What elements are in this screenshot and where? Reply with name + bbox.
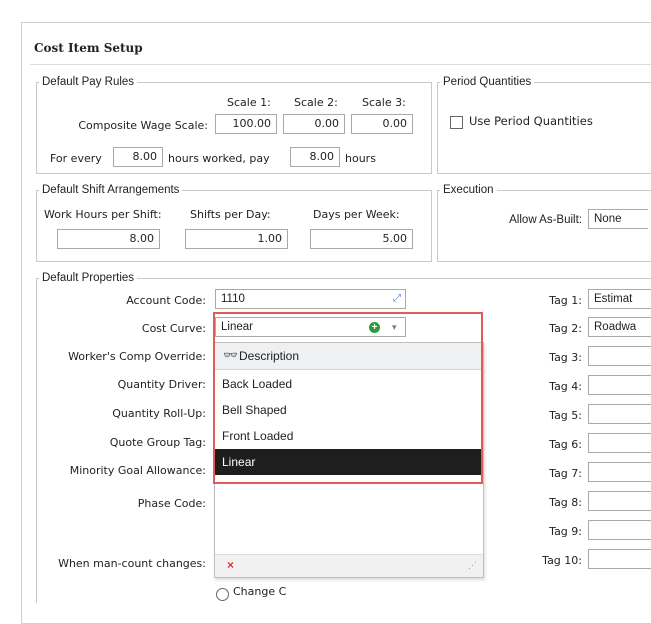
phase-code-label: Phase Code: <box>137 497 206 510</box>
scale2-label: Scale 2: <box>294 96 338 109</box>
man-count-radio-label: Change C <box>233 585 287 598</box>
expand-icon[interactable]: ⤢ <box>393 290 401 308</box>
execution-legend: Execution <box>443 184 494 196</box>
binoculars-icon: 👓 <box>223 348 238 362</box>
for-every-label: For every <box>50 152 102 165</box>
add-icon[interactable]: + <box>369 322 380 333</box>
shift-arrangements-group: Default Shift Arrangements <box>36 184 432 262</box>
shift-arrangements-legend: Default Shift Arrangements <box>42 184 180 196</box>
tag-input[interactable] <box>588 433 651 453</box>
clear-icon[interactable]: × <box>227 558 234 572</box>
account-code-label: Account Code: <box>126 294 206 307</box>
tag-input[interactable] <box>588 375 651 395</box>
shifts-per-day-label: Shifts per Day: <box>190 208 271 221</box>
dropdown-header[interactable]: 👓 Description <box>215 343 483 370</box>
tag-label: Tag 9: <box>549 525 582 538</box>
tag-input[interactable] <box>588 404 651 424</box>
account-code-input[interactable]: 1110 ⤢ <box>215 289 406 309</box>
tag-label: Tag 3: <box>549 351 582 364</box>
man-count-radio[interactable] <box>216 588 229 601</box>
scale3-input[interactable]: 0.00 <box>351 114 413 134</box>
dropdown-option-selected[interactable]: Linear <box>215 449 481 475</box>
days-per-week-label: Days per Week: <box>313 208 400 221</box>
tag-label: Tag 10: <box>542 554 582 567</box>
tag-label: Tag 2: <box>549 322 582 335</box>
tag-input[interactable] <box>588 549 651 569</box>
title-divider <box>30 64 651 65</box>
cost-curve-dropdown: 👓 Description Back Loaded Bell Shaped Fr… <box>214 342 484 578</box>
quote-group-tag-label: Quote Group Tag: <box>109 436 206 449</box>
shifts-per-day-input[interactable]: 1.00 <box>185 229 288 249</box>
dropdown-footer: × ⋰ <box>215 554 483 577</box>
work-hours-label: Work Hours per Shift: <box>44 208 162 221</box>
scale2-input[interactable]: 0.00 <box>283 114 345 134</box>
allow-as-built-select[interactable]: None <box>588 209 648 229</box>
dropdown-option[interactable]: Bell Shaped <box>215 397 481 423</box>
resize-grip-icon[interactable]: ⋰ <box>468 560 477 571</box>
chevron-down-icon[interactable]: ▾ <box>392 318 397 336</box>
pay-rules-legend: Default Pay Rules <box>42 76 135 88</box>
tag-label: Tag 1: <box>549 294 582 307</box>
man-count-label: When man-count changes: <box>58 557 206 570</box>
dropdown-option[interactable]: Back Loaded <box>215 371 481 397</box>
tag-input[interactable] <box>588 462 651 482</box>
scale1-input[interactable]: 100.00 <box>215 114 277 134</box>
tag-input[interactable] <box>588 520 651 540</box>
tag-input[interactable] <box>588 491 651 511</box>
period-quantities-legend: Period Quantities <box>443 76 532 88</box>
cost-curve-label: Cost Curve: <box>141 322 206 335</box>
account-code-value: 1110 <box>221 293 245 305</box>
work-hours-input[interactable]: 8.00 <box>57 229 160 249</box>
quantity-driver-label: Quantity Driver: <box>117 378 206 391</box>
tag-label: Tag 6: <box>549 438 582 451</box>
tag-input[interactable]: Roadwa <box>588 317 651 337</box>
tag-label: Tag 5: <box>549 409 582 422</box>
tag-label: Tag 4: <box>549 380 582 393</box>
dropdown-header-label: Description <box>239 349 300 363</box>
quantity-rollup-label: Quantity Roll-Up: <box>112 407 206 420</box>
use-period-quantities-label: Use Period Quantities <box>469 114 593 128</box>
allow-as-built-label: Allow As-Built: <box>509 214 582 226</box>
tag-label: Tag 8: <box>549 496 582 509</box>
dialog-title: Cost Item Setup <box>34 41 143 55</box>
hours-worked-pay-label: hours worked, pay <box>168 152 270 165</box>
scale1-label: Scale 1: <box>227 96 271 109</box>
default-properties-legend: Default Properties <box>42 272 135 284</box>
days-per-week-input[interactable]: 5.00 <box>310 229 413 249</box>
composite-wage-label: Composite Wage Scale: <box>78 119 208 132</box>
tag-input[interactable]: Estimat <box>588 289 651 309</box>
cost-curve-value: Linear <box>221 321 253 333</box>
use-period-quantities-checkbox[interactable] <box>450 116 463 129</box>
dropdown-option[interactable]: Front Loaded <box>215 423 481 449</box>
hours-worked-input[interactable]: 8.00 <box>113 147 163 167</box>
pay-hours-input[interactable]: 8.00 <box>290 147 340 167</box>
scale3-label: Scale 3: <box>362 96 406 109</box>
tag-label: Tag 7: <box>549 467 582 480</box>
workers-comp-label: Worker's Comp Override: <box>68 350 206 363</box>
hours-label: hours <box>345 152 376 165</box>
tag-input[interactable] <box>588 346 651 366</box>
minority-goal-label: Minority Goal Allowance: <box>69 464 206 477</box>
cost-curve-select[interactable]: Linear + ▾ <box>215 317 406 337</box>
